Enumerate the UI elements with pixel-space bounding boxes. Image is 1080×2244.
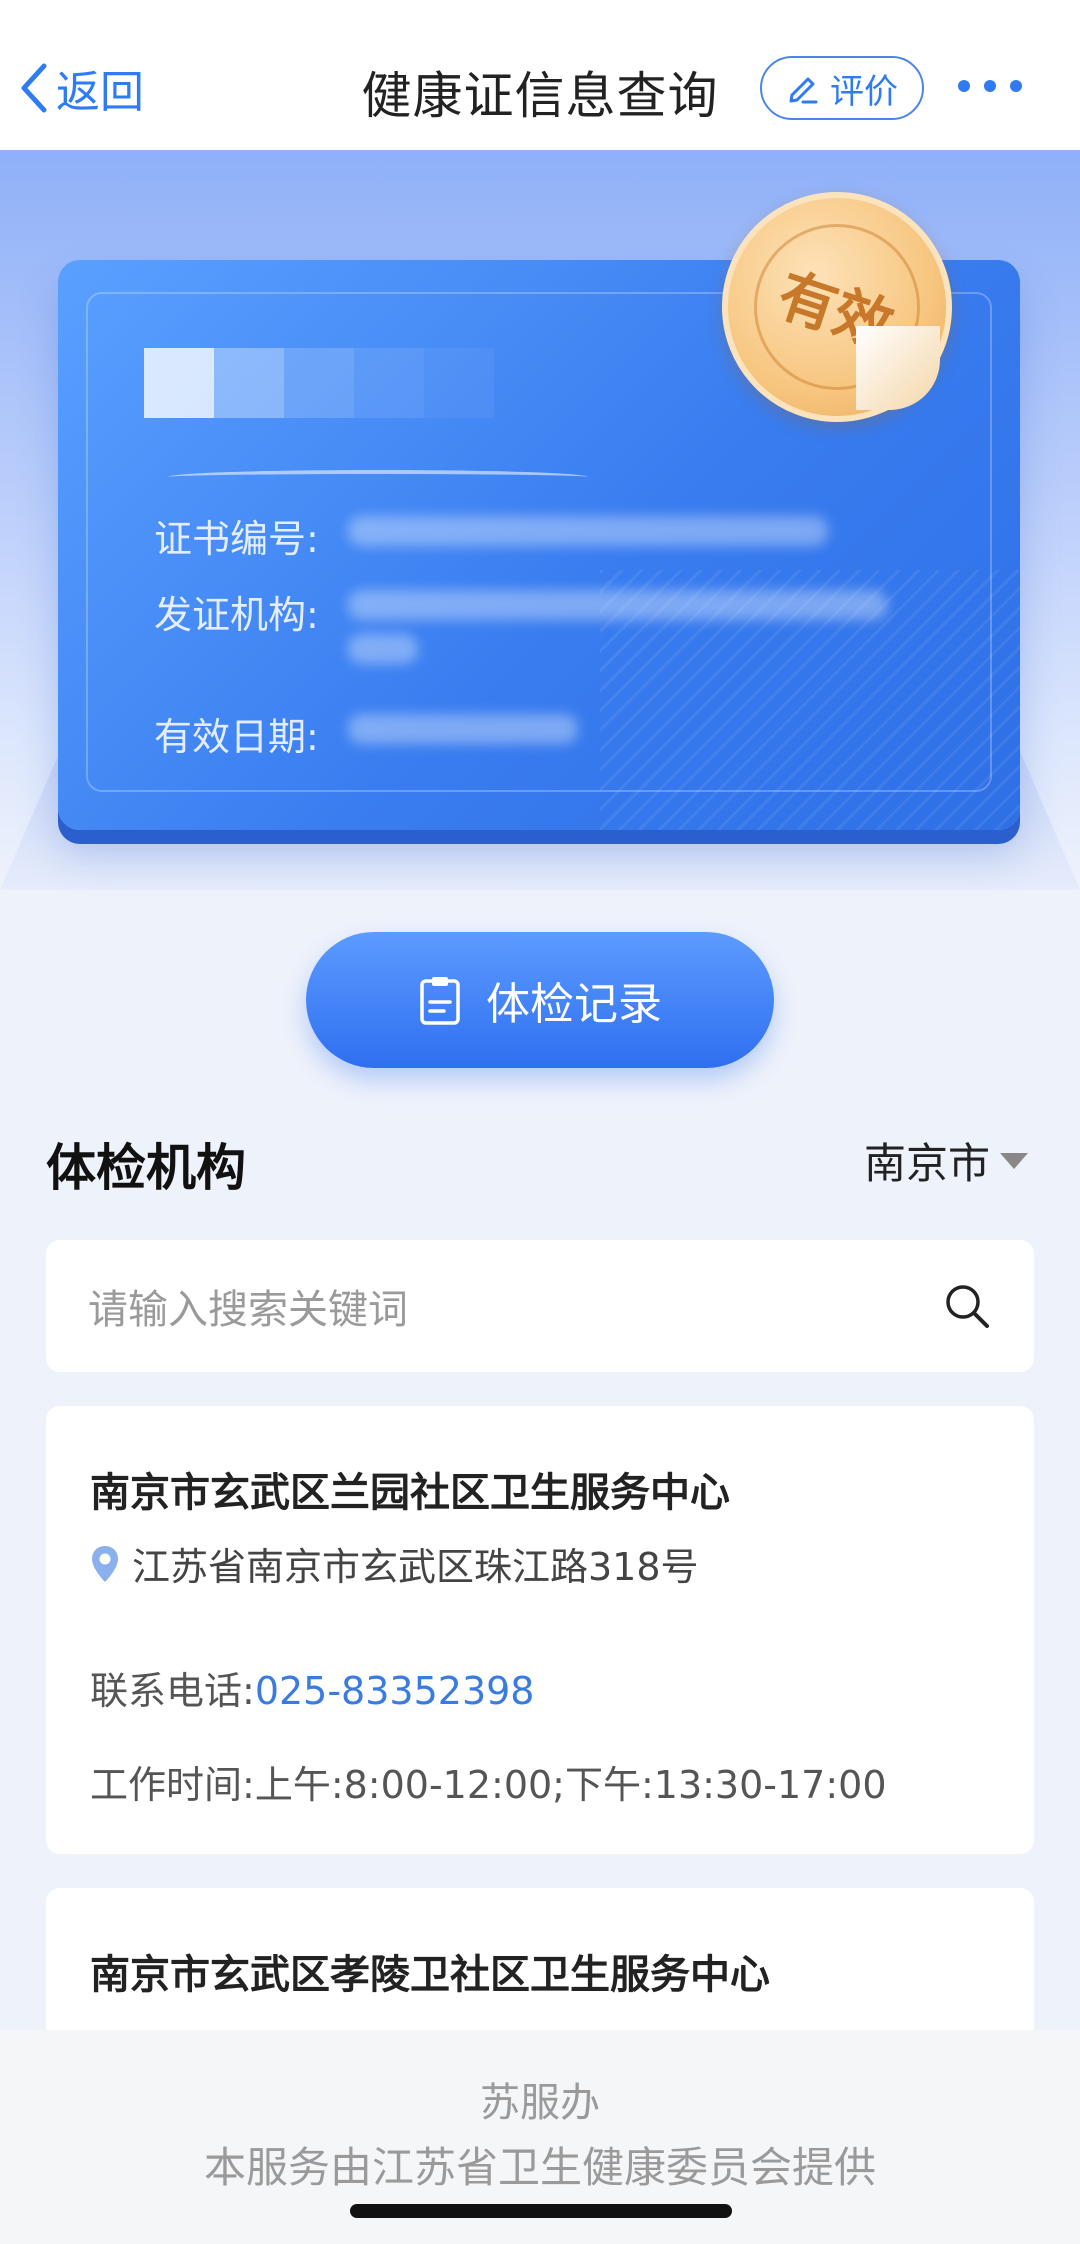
cert-number-redacted <box>348 516 828 546</box>
issuer-label: 发证机构: <box>154 593 319 637</box>
exam-records-button[interactable]: 体检记录 <box>306 932 774 1068</box>
issuer-redacted-line2 <box>348 634 418 664</box>
more-dot-icon <box>958 80 970 92</box>
valid-date-label: 有效日期: <box>154 715 319 759</box>
city-selector[interactable]: 南京市 <box>864 1130 1028 1191</box>
caret-down-icon <box>1000 1152 1028 1169</box>
org-name: 南京市玄武区孝陵卫社区卫生服务中心 <box>90 1952 770 1998</box>
footer-provider-short: 苏服办 <box>480 2080 600 2126</box>
rate-label: 评价 <box>830 71 898 112</box>
top-nav-bar: 返回 健康证信息查询 评价 <box>0 0 1080 151</box>
exam-records-label: 体检记录 <box>486 979 662 1030</box>
org-address: 江苏省南京市玄武区珠江路318号 <box>90 1536 699 1591</box>
org-address-text: 江苏省南京市玄武区珠江路318号 <box>132 1545 699 1589</box>
more-dot-icon <box>1010 80 1022 92</box>
city-label: 南京市 <box>863 1139 990 1188</box>
clipboard-icon <box>420 977 460 1025</box>
phone-label: 联系电话: <box>90 1669 255 1713</box>
valid-date-redacted <box>348 714 578 744</box>
location-pin-icon <box>92 1545 118 1582</box>
hours-value: 上午:8:00-12:00;下午:13:30-17:00 <box>254 1763 887 1807</box>
section-title: 体检机构 <box>46 1139 246 1197</box>
cert-number-label: 证书编号: <box>154 517 319 561</box>
org-list-item[interactable]: 南京市玄武区兰园社区卫生服务中心 江苏省南京市玄武区珠江路318号 联系电话:0… <box>46 1406 1034 1854</box>
search-icon[interactable] <box>942 1281 992 1331</box>
redacted-name-blocks <box>144 348 494 418</box>
org-hours-row: 工作时间:上午:8:00-12:00;下午:13:30-17:00 <box>90 1754 887 1809</box>
search-bar[interactable]: 请输入搜索关键词 <box>46 1240 1034 1372</box>
edit-icon <box>789 77 818 104</box>
issuer-redacted-line1 <box>348 590 888 620</box>
org-name: 南京市玄武区兰园社区卫生服务中心 <box>90 1470 730 1516</box>
hours-label: 工作时间: <box>90 1763 255 1807</box>
more-dot-icon <box>984 80 996 92</box>
valid-seal-badge: 有效 <box>722 192 952 422</box>
footer-provider-statement: 本服务由江苏省卫生健康委员会提供 <box>203 2143 876 2192</box>
more-menu-button[interactable] <box>958 80 1022 92</box>
home-indicator[interactable] <box>350 2204 732 2218</box>
org-phone-row: 联系电话:025-83352398 <box>90 1660 534 1715</box>
phone-link[interactable]: 025-83352398 <box>255 1669 535 1713</box>
search-input[interactable]: 请输入搜索关键词 <box>88 1277 942 1335</box>
rate-button[interactable]: 评价 <box>760 56 924 120</box>
card-decorative-curve <box>168 470 588 484</box>
